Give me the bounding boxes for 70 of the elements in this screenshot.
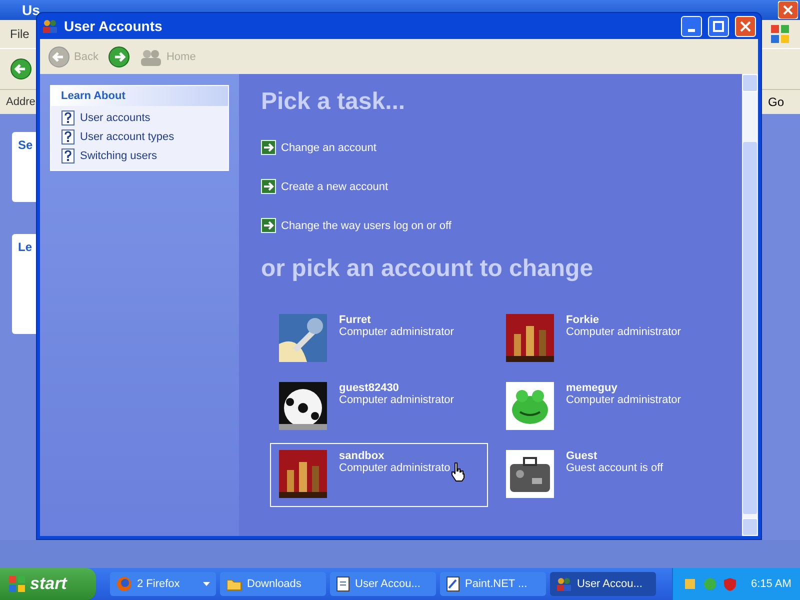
help-link[interactable]: User accounts [61, 110, 218, 126]
flag-logo-icon [8, 575, 26, 593]
close-icon [740, 20, 751, 32]
users-icon [42, 18, 58, 34]
document-icon [336, 576, 350, 592]
taskbar-button[interactable]: User Accou... [550, 572, 656, 596]
account-tile[interactable]: guest82430 Computer administrator [270, 375, 488, 439]
panel-title: Le [18, 240, 32, 254]
taskbar-button[interactable]: 2 Firefox [110, 572, 216, 596]
task-link[interactable]: Change an account [261, 128, 742, 167]
taskbar-button[interactable]: Downloads [220, 572, 326, 596]
account-type: Computer administrator [566, 326, 681, 338]
account-type: Guest account is off [566, 462, 664, 474]
account-name: guest82430 [339, 382, 400, 394]
clock: 6:15 AM [751, 578, 792, 590]
account-name: Guest [566, 450, 598, 462]
users-icon [140, 48, 162, 66]
help-icon [61, 129, 75, 145]
help-link[interactable]: User account types [61, 129, 218, 145]
section-heading: Pick a task... [261, 88, 406, 116]
account-tile[interactable]: Guest Guest account is off [497, 443, 715, 507]
arrow-icon [261, 179, 276, 194]
close-icon[interactable] [778, 1, 798, 19]
account-type: Computer administrato [339, 462, 450, 474]
address-label: Addre [6, 96, 36, 108]
back-icon [10, 58, 32, 80]
go-button[interactable]: Go [768, 95, 794, 109]
panel-title: Learn About [51, 86, 228, 106]
window-title: User Accounts [64, 18, 164, 34]
taskbar-button[interactable]: User Accou... [330, 572, 436, 596]
account-name: sandbox [339, 450, 386, 462]
browser-icon [116, 576, 132, 592]
flag-logo-icon [770, 24, 790, 44]
maximize-button[interactable] [708, 16, 729, 36]
account-tile[interactable]: sandbox Computer administrato [270, 443, 488, 507]
maximize-icon [713, 20, 724, 32]
paint-icon [446, 576, 460, 592]
section-heading: or pick an account to change [261, 255, 594, 283]
task-link[interactable]: Create a new account [261, 167, 742, 206]
account-name: memeguy [566, 382, 618, 394]
forward-icon [108, 46, 130, 68]
scrollbar[interactable] [742, 74, 758, 536]
help-link[interactable]: Switching users [61, 148, 218, 164]
arrow-icon [261, 218, 276, 233]
shield-icon[interactable] [723, 577, 737, 591]
account-type: Computer administrator [566, 394, 681, 406]
panel-title: Se [18, 138, 33, 152]
help-icon [61, 148, 75, 164]
account-name: Forkie [566, 314, 600, 326]
users-icon [556, 576, 572, 592]
close-button[interactable] [735, 16, 756, 36]
menu-item[interactable]: File [10, 27, 30, 41]
folder-icon [226, 577, 242, 591]
account-tile[interactable]: memeguy Computer administrator [497, 375, 715, 439]
account-tile[interactable]: Forkie Computer administrator [497, 307, 715, 371]
start-button[interactable]: start [0, 568, 96, 600]
back-icon [48, 46, 70, 68]
account-type: Computer administrator [339, 394, 454, 406]
minimize-icon [688, 28, 695, 32]
task-link[interactable]: Change the way users log on or off [261, 206, 742, 245]
window-title: Us [22, 2, 40, 18]
arrow-icon [261, 140, 276, 155]
help-icon [61, 110, 75, 126]
hand-cursor-icon [451, 462, 466, 482]
account-tile[interactable]: Furret Computer administrator [270, 307, 488, 371]
taskbar-button[interactable]: Paint.NET ... [440, 572, 546, 596]
account-name: Furret [339, 314, 372, 326]
minimize-button[interactable] [681, 16, 702, 36]
account-type: Computer administrator [339, 326, 454, 338]
caret-icon [203, 582, 210, 586]
